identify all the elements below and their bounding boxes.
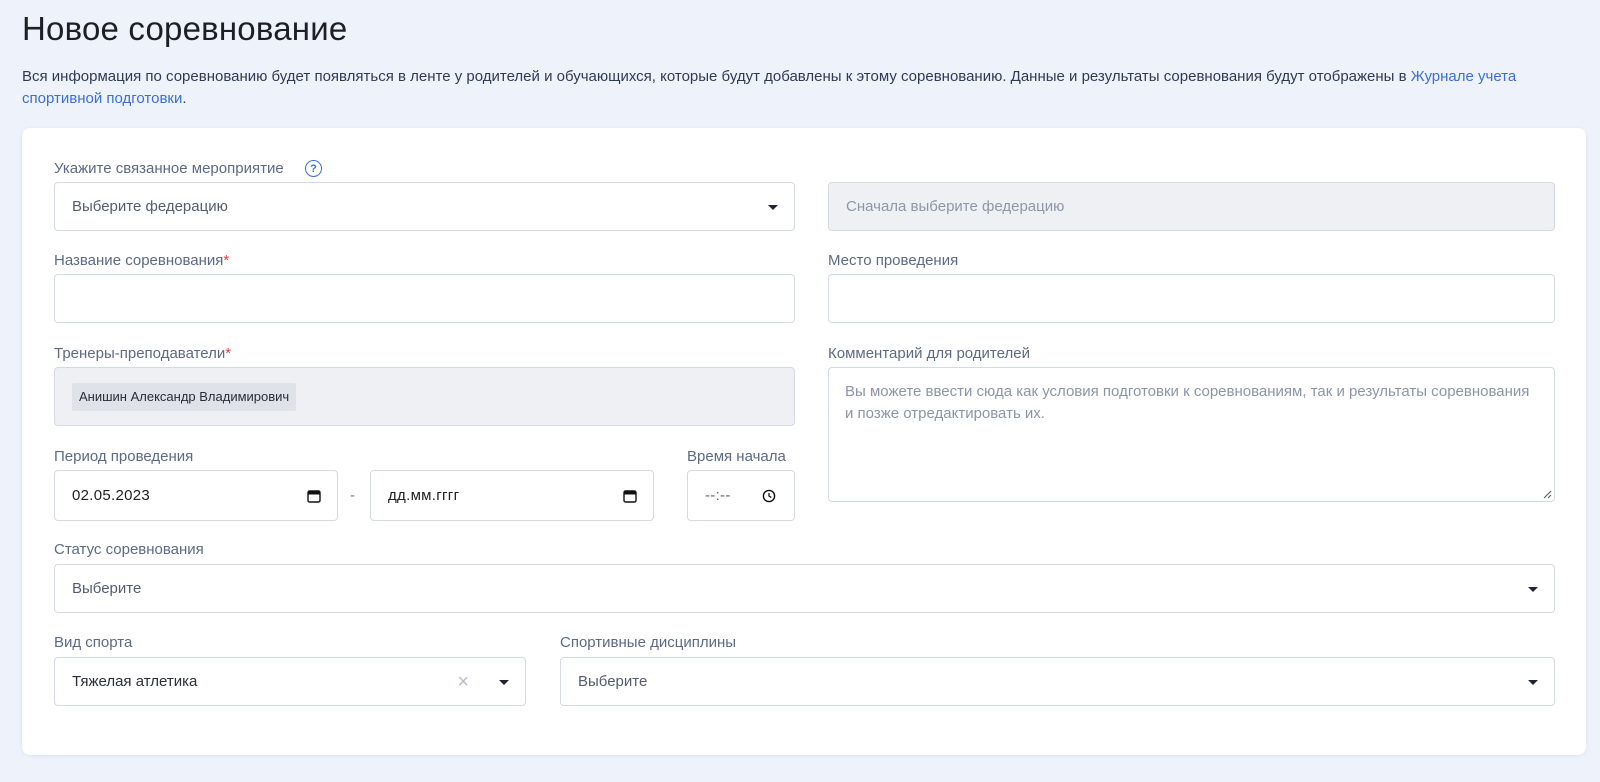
period-separator: - bbox=[350, 487, 355, 504]
required-mark: * bbox=[223, 252, 230, 269]
calendar-icon[interactable] bbox=[307, 489, 321, 503]
status-placeholder: Выберите bbox=[72, 580, 142, 597]
sport-value: Тяжелая атлетика bbox=[72, 673, 198, 690]
period-start-date-input[interactable]: 02.05.2023 bbox=[54, 470, 338, 521]
caret-down-icon bbox=[1528, 679, 1538, 685]
question-circle-icon[interactable]: ? bbox=[305, 160, 322, 177]
federation-select[interactable]: Выберите федерацию bbox=[54, 182, 795, 231]
period-label: Период проведения bbox=[54, 448, 194, 465]
intro-text: Вся информация по соревнованию будет поя… bbox=[22, 66, 1582, 109]
coaches-label-text: Тренеры-преподаватели bbox=[54, 345, 226, 362]
intro-end: . bbox=[182, 89, 187, 107]
close-icon[interactable]: × bbox=[457, 672, 469, 692]
venue-label: Место проведения bbox=[828, 252, 959, 269]
federation-select-placeholder: Выберите федерацию bbox=[72, 198, 228, 215]
disciplines-label: Спортивные дисциплины bbox=[560, 634, 737, 651]
calendar-icon[interactable] bbox=[623, 489, 637, 503]
period-start-value: 02.05.2023 bbox=[72, 487, 151, 504]
period-end-date-input[interactable]: дд.мм.гггг bbox=[370, 470, 654, 521]
comment-textarea[interactable]: Вы можете ввести сюда как условия подгот… bbox=[828, 367, 1555, 502]
disciplines-select[interactable]: Выберите bbox=[560, 657, 1555, 706]
event-select-disabled: Сначала выберите федерацию bbox=[828, 182, 1555, 231]
coaches-multiselect: Анишин Александр Владимирович bbox=[54, 367, 795, 426]
related-event-label: Укажите связанное мероприятие bbox=[54, 160, 284, 177]
status-select[interactable]: Выберите bbox=[54, 564, 1555, 613]
coaches-label: Тренеры-преподаватели* bbox=[54, 345, 231, 362]
venue-input[interactable] bbox=[828, 274, 1555, 323]
start-time-input[interactable]: --:-- bbox=[687, 470, 795, 521]
status-label: Статус соревнования bbox=[54, 541, 204, 558]
competition-name-label-text: Название соревнования bbox=[54, 252, 224, 269]
required-mark: * bbox=[225, 345, 232, 362]
coach-tag: Анишин Александр Владимирович bbox=[72, 382, 297, 411]
clock-icon[interactable] bbox=[762, 489, 776, 503]
comment-label: Комментарий для родителей bbox=[828, 345, 1030, 362]
caret-down-icon bbox=[768, 204, 778, 210]
start-time-placeholder: --:-- bbox=[705, 487, 731, 504]
comment-placeholder: Вы можете ввести сюда как условия подгот… bbox=[845, 383, 1530, 422]
intro-body: Вся информация по соревнованию будет поя… bbox=[22, 68, 1411, 85]
page-title: Новое соревнование bbox=[22, 10, 348, 47]
caret-down-icon bbox=[499, 679, 509, 685]
sport-select[interactable]: Тяжелая атлетика × bbox=[54, 657, 526, 706]
caret-down-icon bbox=[1528, 586, 1538, 592]
resize-handle-icon[interactable] bbox=[1542, 489, 1552, 499]
start-time-label: Время начала bbox=[687, 448, 786, 465]
event-select-placeholder: Сначала выберите федерацию bbox=[846, 198, 1065, 215]
period-end-placeholder: дд.мм.гггг bbox=[388, 487, 460, 504]
disciplines-placeholder: Выберите bbox=[578, 673, 648, 690]
competition-name-input[interactable] bbox=[54, 274, 795, 323]
sport-label: Вид спорта bbox=[54, 634, 133, 651]
competition-name-label: Название соревнования* bbox=[54, 252, 229, 269]
